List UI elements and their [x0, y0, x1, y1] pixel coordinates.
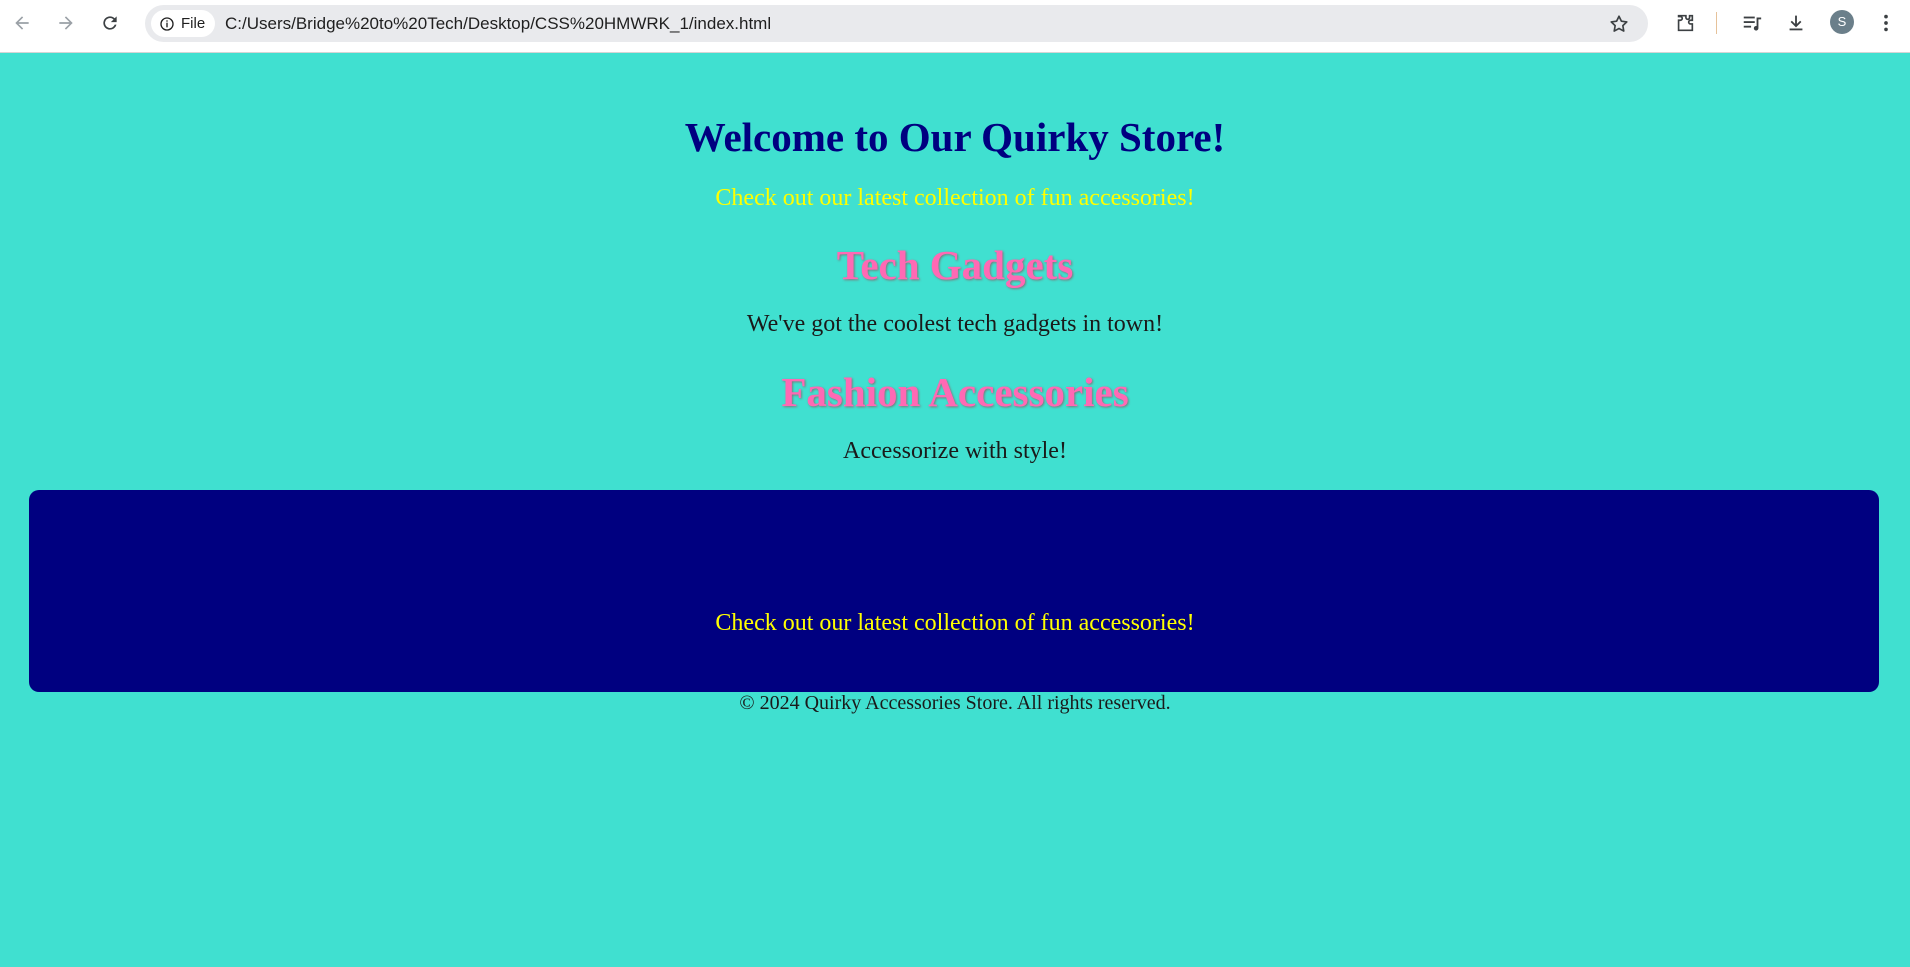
tagline: Check out our latest collection of fun a…: [715, 185, 1195, 211]
forward-button[interactable]: [52, 9, 80, 37]
reload-icon: [103, 16, 117, 30]
site-chip-label: File: [181, 15, 206, 32]
section-text-fashion-accessories: Accessorize with style!: [843, 438, 1067, 464]
back-button[interactable]: [8, 9, 36, 37]
address-bar[interactable]: File C:/Users/Bridge%20to%20Tech/Desktop…: [145, 5, 1648, 42]
promo-banner: [29, 490, 1879, 692]
download-icon: [1789, 15, 1803, 31]
info-icon: [160, 16, 174, 31]
toolbar-divider: [1716, 12, 1717, 34]
section-text-tech-gadgets: We've got the coolest tech gadgets in to…: [746, 311, 1164, 337]
back-icon: [15, 16, 29, 30]
reading-list-icon: [1743, 16, 1762, 31]
forward-icon: [59, 16, 73, 30]
download-button[interactable]: [1782, 9, 1810, 37]
section-heading-fashion-accessories: Fashion Accessories: [781, 369, 1129, 415]
profile-avatar[interactable]: S: [1830, 10, 1854, 34]
reading-list-button[interactable]: [1738, 9, 1766, 37]
footer-text: © 2024 Quirky Accessories Store. All rig…: [739, 692, 1171, 714]
banner-text: Check out our latest collection of fun a…: [715, 610, 1195, 636]
extensions-button[interactable]: [1671, 9, 1699, 37]
menu-button[interactable]: [1872, 9, 1900, 37]
reload-button[interactable]: [96, 9, 124, 37]
page-title: Welcome to Our Quirky Store!: [684, 114, 1226, 160]
star-icon[interactable]: [1608, 13, 1630, 35]
site-info-chip[interactable]: File: [151, 10, 216, 37]
section-heading-tech-gadgets: Tech Gadgets: [836, 242, 1074, 288]
page-content: Welcome to Our Quirky Store! Check out o…: [0, 53, 1910, 967]
extensions-icon: [1677, 14, 1694, 32]
menu-icon: [1884, 14, 1888, 32]
browser-toolbar: File C:/Users/Bridge%20to%20Tech/Desktop…: [0, 0, 1910, 53]
url-text[interactable]: C:/Users/Bridge%20to%20Tech/Desktop/CSS%…: [225, 5, 771, 42]
